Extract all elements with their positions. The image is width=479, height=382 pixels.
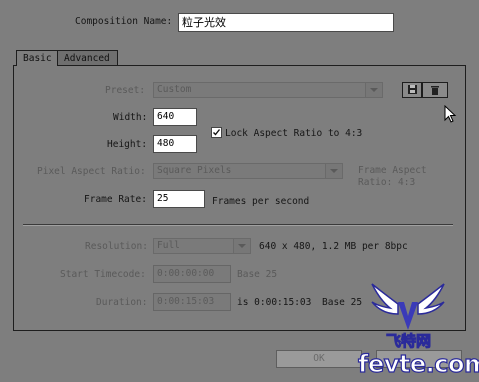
checkmark-icon: [213, 129, 221, 136]
frame-rate-input[interactable]: 25: [153, 190, 205, 208]
preset-select[interactable]: Custom: [153, 82, 383, 98]
chevron-down-icon: [325, 164, 342, 178]
composition-name-label: Composition Name:: [75, 16, 173, 27]
height-label: Height:: [107, 139, 148, 150]
chevron-down-icon: [365, 83, 382, 97]
watermark-cn: 飞特网: [385, 332, 432, 351]
frame-aspect-line1: Frame Aspect: [358, 165, 427, 176]
fevte-logo-icon: [371, 283, 445, 330]
divider: [23, 224, 453, 226]
height-input[interactable]: 480: [153, 135, 197, 153]
watermark-site: fevte.com: [357, 349, 479, 378]
tab-basic[interactable]: Basic: [16, 50, 58, 66]
chevron-down-icon: [233, 239, 250, 253]
frame-aspect-line2: Ratio: 4:3: [358, 177, 416, 188]
frame-rate-label: Frame Rate:: [84, 194, 147, 205]
preset-value: Custom: [157, 84, 192, 95]
start-timecode-base: Base 25: [237, 269, 278, 280]
pixel-aspect-value: Square Pixels: [157, 165, 232, 176]
start-timecode-input[interactable]: 0:00:00:00: [153, 265, 231, 283]
duration-input[interactable]: 0:00:15:03: [153, 293, 231, 311]
ok-button[interactable]: OK: [276, 350, 362, 368]
duration-base: Base 25: [322, 297, 363, 308]
duration-info: is 0:00:15:03: [237, 297, 312, 308]
frame-rate-unit: Frames per second: [212, 196, 310, 207]
pixel-aspect-select[interactable]: Square Pixels: [153, 163, 343, 179]
save-icon: [408, 85, 417, 94]
tab-advanced[interactable]: Advanced: [58, 50, 118, 66]
width-input[interactable]: 640: [153, 108, 197, 126]
duration-label: Duration:: [96, 297, 148, 308]
resolution-info: 640 x 480, 1.2 MB per 8bpc: [259, 241, 408, 252]
lock-aspect-label: Lock Aspect Ratio to 4:3: [225, 128, 363, 139]
composition-name-input[interactable]: 粒子光效: [178, 13, 394, 32]
save-preset-button[interactable]: [402, 82, 422, 98]
pixel-aspect-label: Pixel Aspect Ratio:: [37, 166, 146, 177]
resolution-value: Full: [157, 240, 180, 251]
width-label: Width:: [113, 112, 148, 123]
lock-aspect-checkbox[interactable]: [211, 127, 222, 138]
start-timecode-label: Start Timecode:: [60, 269, 146, 280]
resolution-label: Resolution:: [85, 241, 148, 252]
resolution-select[interactable]: Full: [153, 238, 251, 254]
mouse-cursor-icon: [444, 105, 457, 123]
delete-preset-button[interactable]: [422, 82, 448, 98]
preset-label: Preset:: [105, 85, 146, 96]
trash-icon: [431, 86, 439, 95]
